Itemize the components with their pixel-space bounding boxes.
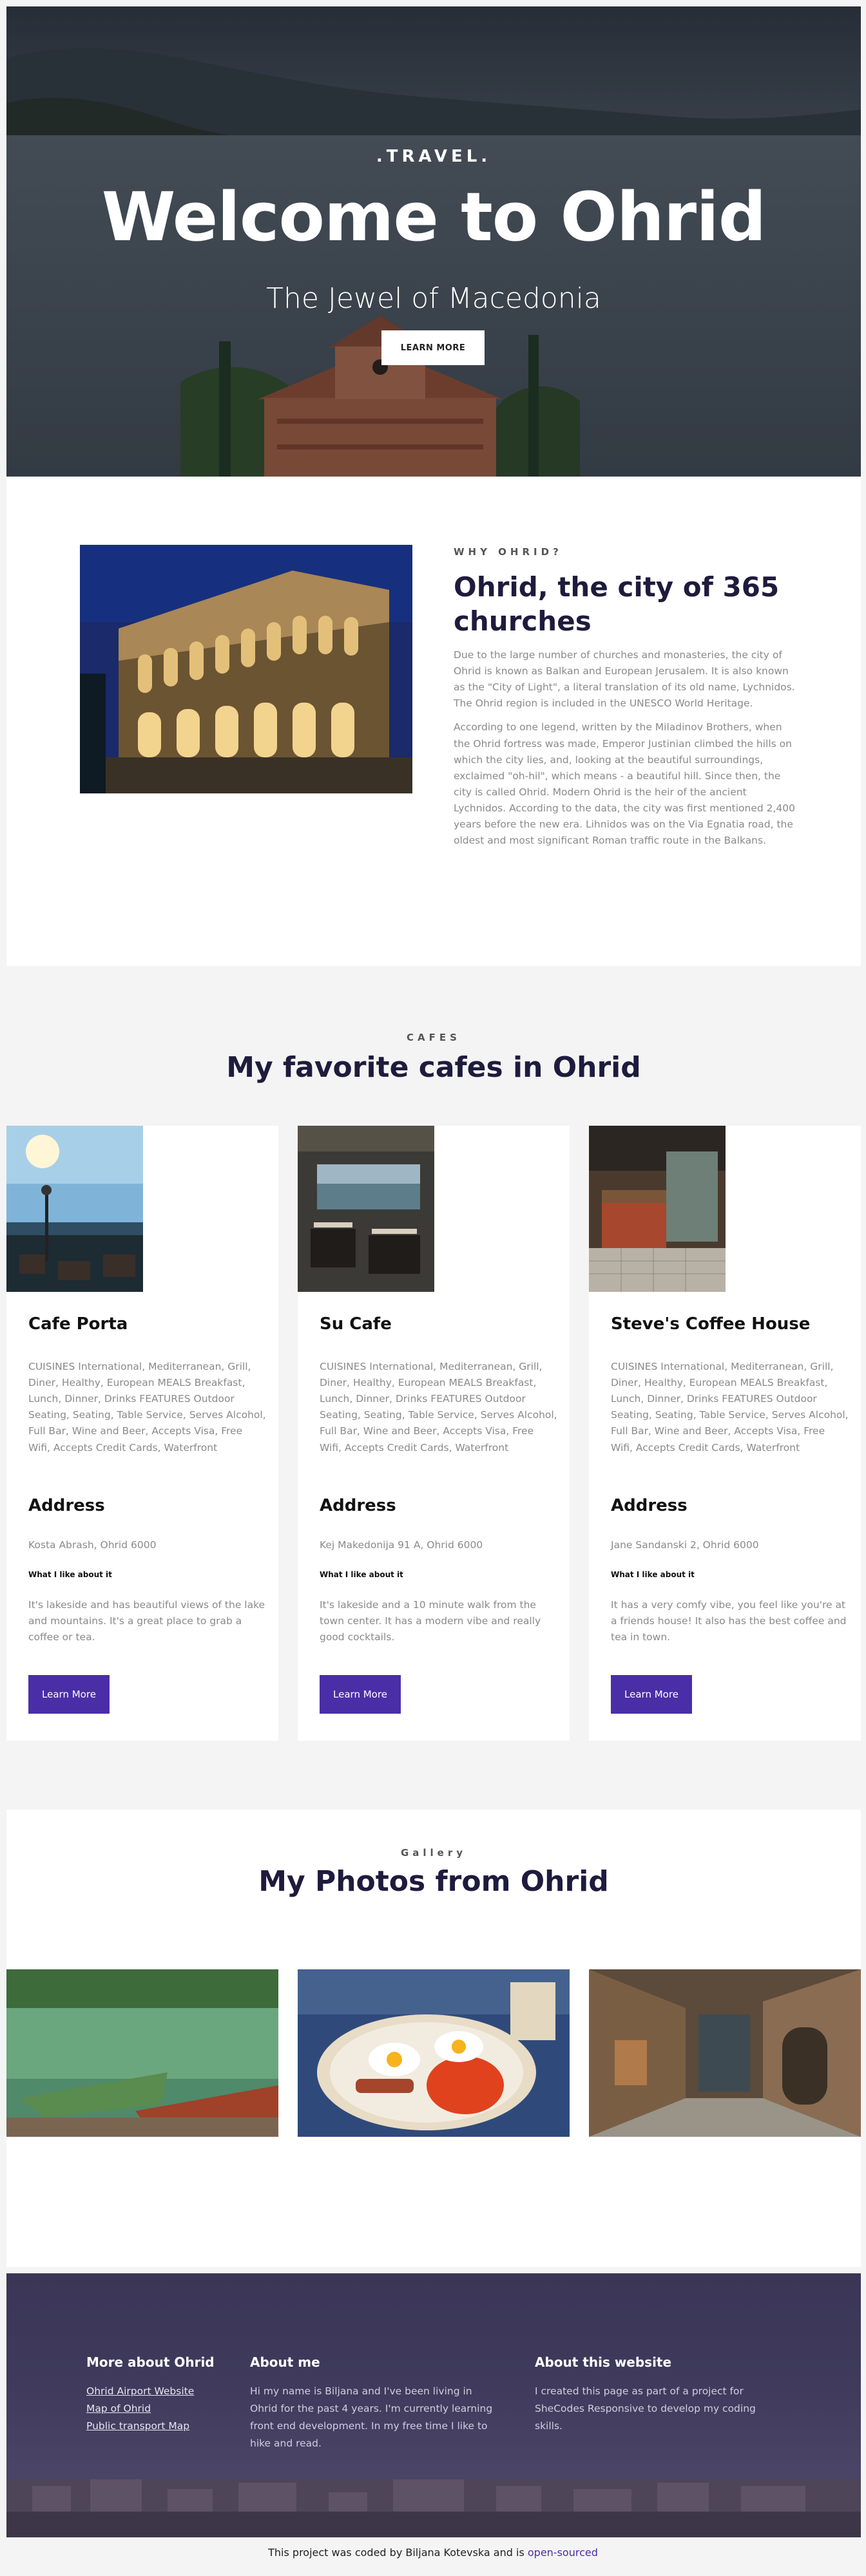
gallery-photo-street xyxy=(589,1969,861,2137)
steves-coffee-house-image xyxy=(589,1126,726,1292)
gallery-photo-boats xyxy=(6,1969,278,2137)
footer-about-site-text: I created this page as part of a project… xyxy=(535,2385,756,2432)
cafe-features: CUISINES International, Mediterranean, G… xyxy=(320,1361,557,1454)
town-image xyxy=(6,2479,861,2537)
su-cafe-image xyxy=(298,1126,434,1292)
footer-heading: About me xyxy=(250,2354,320,2370)
about-paragraph: According to one legend, written by the … xyxy=(454,721,796,847)
cafe-porta-image xyxy=(6,1126,143,1292)
address-heading: Address xyxy=(28,1496,105,1515)
cafe-card: Steve's Coffee House CUISINES Internatio… xyxy=(589,1126,861,1741)
cafe-name: Cafe Porta xyxy=(28,1314,128,1334)
learn-more-button[interactable]: Learn More xyxy=(611,1675,692,1714)
about-text: WHY OHRID? Ohrid, the city of 365 church… xyxy=(454,546,795,849)
cafes-title: My favorite cafes in Ohrid xyxy=(226,1051,641,1084)
hero-subtitle: The Jewel of Macedonia xyxy=(266,282,601,315)
open-source-link[interactable]: open-sourced xyxy=(528,2546,598,2559)
footer-col-more: More about Ohrid Ohrid Airport Website M… xyxy=(86,2354,254,2435)
gallery-section: Gallery My Photos from Ohrid xyxy=(6,1810,861,2267)
like-heading: What I like about it xyxy=(320,1570,403,1579)
gallery-photo-breakfast xyxy=(298,1969,570,2137)
address-heading: Address xyxy=(320,1496,396,1515)
footer-col-about-site: About this website I created this page a… xyxy=(535,2354,780,2435)
public-transport-link[interactable]: Public transport Map xyxy=(86,2418,254,2435)
cafe-description: It's lakeside and has beautiful views of… xyxy=(28,1599,265,1643)
footer-col-about-me: About me Hi my name is Biljana and I've … xyxy=(250,2354,495,2453)
address-heading: Address xyxy=(611,1496,688,1515)
hero-section: .TRAVEL. Welcome to Ohrid The Jewel of M… xyxy=(6,6,861,477)
ohrid-airport-link[interactable]: Ohrid Airport Website xyxy=(86,2383,254,2400)
cafe-name: Su Cafe xyxy=(320,1314,392,1334)
learn-more-button[interactable]: Learn More xyxy=(28,1675,110,1714)
hero-title: Welcome to Ohrid xyxy=(101,178,767,256)
about-eyebrow: WHY OHRID? xyxy=(454,546,563,558)
footer-heading: About this website xyxy=(535,2354,672,2370)
learn-more-button[interactable]: LEARN MORE xyxy=(381,330,485,365)
cafe-address: Kosta Abrash, Ohrid 6000 xyxy=(28,1539,157,1551)
about-paragraph: Due to the large number of churches and … xyxy=(454,649,795,710)
cafe-name: Steve's Coffee House xyxy=(611,1314,811,1334)
hero-eyebrow: .TRAVEL. xyxy=(376,147,492,166)
footer: More about Ohrid Ohrid Airport Website M… xyxy=(6,2273,861,2537)
cafe-features: CUISINES International, Mediterranean, G… xyxy=(28,1361,266,1454)
like-heading: What I like about it xyxy=(28,1570,112,1579)
footer-heading: More about Ohrid xyxy=(86,2354,215,2370)
cafe-card: Su Cafe CUISINES International, Mediterr… xyxy=(298,1126,570,1741)
cafe-description: It has a very comfy vibe, you feel like … xyxy=(611,1599,847,1643)
about-title: Ohrid, the city of 365 churches xyxy=(454,571,780,637)
about-section: WHY OHRID? Ohrid, the city of 365 church… xyxy=(6,477,861,966)
map-of-ohrid-link[interactable]: Map of Ohrid xyxy=(86,2400,254,2418)
like-heading: What I like about it xyxy=(611,1570,695,1579)
learn-more-button[interactable]: Learn More xyxy=(320,1675,401,1714)
footer-about-me-text: Hi my name is Biljana and I've been livi… xyxy=(250,2385,493,2450)
cafes-eyebrow: CAFES xyxy=(407,1032,461,1043)
gallery-eyebrow: Gallery xyxy=(400,1847,467,1859)
cafe-features: CUISINES International, Mediterranean, G… xyxy=(611,1361,849,1454)
cafe-description: It's lakeside and a 10 minute walk from … xyxy=(320,1599,541,1643)
gallery-title: My Photos from Ohrid xyxy=(258,1865,609,1898)
cafe-address: Kej Makedonija 91 A, Ohrid 6000 xyxy=(320,1539,483,1551)
credit-line: This project was coded by Biljana Kotevs… xyxy=(0,2546,866,2559)
fortress-image xyxy=(80,545,412,793)
credit-text: This project was coded by Biljana Kotevs… xyxy=(268,2546,524,2559)
cafe-address: Jane Sandanski 2, Ohrid 6000 xyxy=(611,1539,759,1551)
cafes-section: CAFES My favorite cafes in Ohrid xyxy=(6,966,861,1127)
cafe-card: Cafe Porta CUISINES International, Medit… xyxy=(6,1126,278,1741)
